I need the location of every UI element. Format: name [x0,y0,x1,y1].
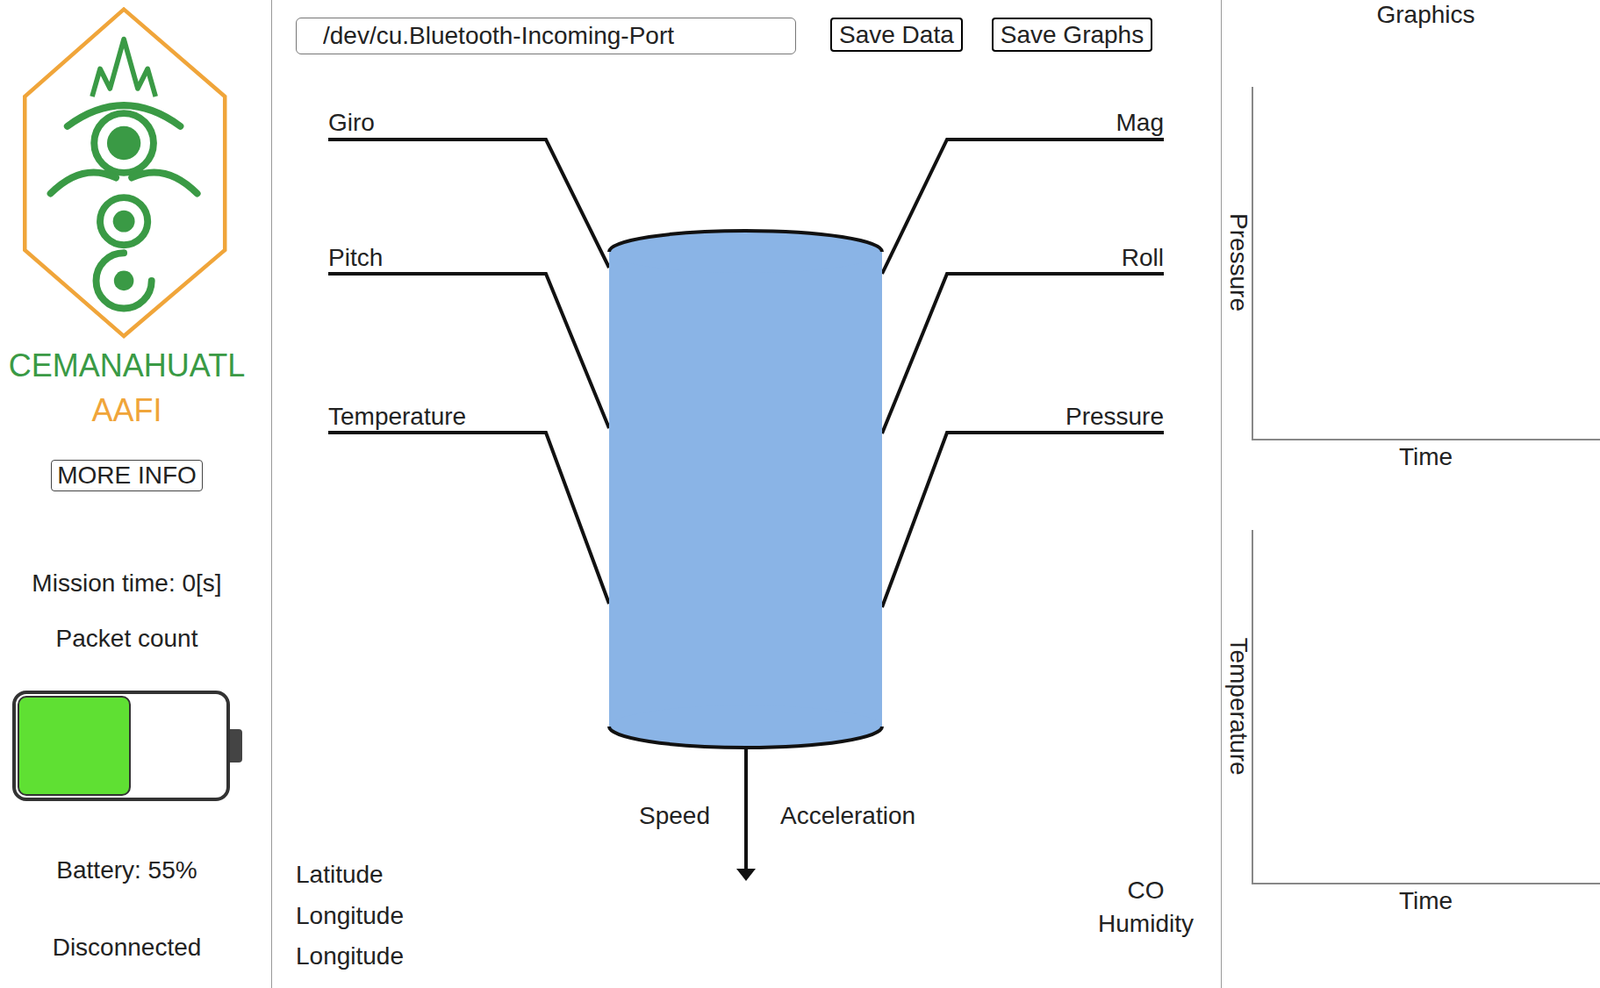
speed-label: Speed [638,801,711,832]
toolbar: Save Data Save Graphs [295,17,1221,55]
x-axis-label: Time [1251,442,1600,473]
pressure-chart: Pressure [1251,86,1600,441]
giro-label: Giro [328,107,375,138]
longitude-label: Longitude [295,901,404,932]
battery-reading: Battery: 55% [56,855,197,886]
acceleration-label: Acceleration [780,801,916,832]
co-label: CO [1127,875,1165,906]
battery-fill [17,695,132,797]
latitude-label: Latitude [295,860,404,890]
gps-list: Latitude Longitude Longitude [295,860,404,972]
save-data-button[interactable]: Save Data [830,17,963,52]
graphics-title: Graphics [1251,0,1600,30]
sensor-list: CO Humidity [1097,875,1194,939]
temperature-chart: Temperature [1251,530,1600,885]
sidebar: CEMANAHUATL AAFI MORE INFO Mission time:… [0,0,273,988]
mission-time: Mission time: 0[s] [31,568,222,599]
temperature-label: Temperature [328,401,467,432]
more-info-button[interactable]: MORE INFO [50,459,203,492]
x-axis-label: Time [1251,886,1600,917]
battery-terminal [229,729,243,763]
main-panel: Save Data Save Graphs Giro Pitch Tempera… [272,0,1221,988]
longitude-label: Longitude [295,941,404,972]
connection-status: Disconnected [52,932,202,963]
app-window: CEMANAHUATL AAFI MORE INFO Mission time:… [0,0,1600,988]
battery-icon [12,690,243,802]
battery-track [12,690,230,802]
mag-label: Mag [1116,107,1164,138]
packet-count: Packet count [56,624,199,654]
save-graphs-button[interactable]: Save Graphs [991,17,1153,52]
roll-label: Roll [1121,243,1164,273]
humidity-label: Humidity [1097,909,1194,940]
graphics-panel: Graphics Pressure Time Temperature Time [1220,0,1600,988]
pitch-label: Pitch [328,243,383,273]
pressure-label: Pressure [1065,401,1164,432]
y-axis-label: Pressure [1225,213,1253,312]
logo-icon [22,7,231,341]
y-axis-label: Temperature [1225,638,1253,776]
cansat-diagram [272,0,1221,988]
logo-name: CEMANAHUATL [8,348,245,384]
logo-subtitle: AAFI [91,393,162,429]
port-field[interactable] [295,17,797,55]
